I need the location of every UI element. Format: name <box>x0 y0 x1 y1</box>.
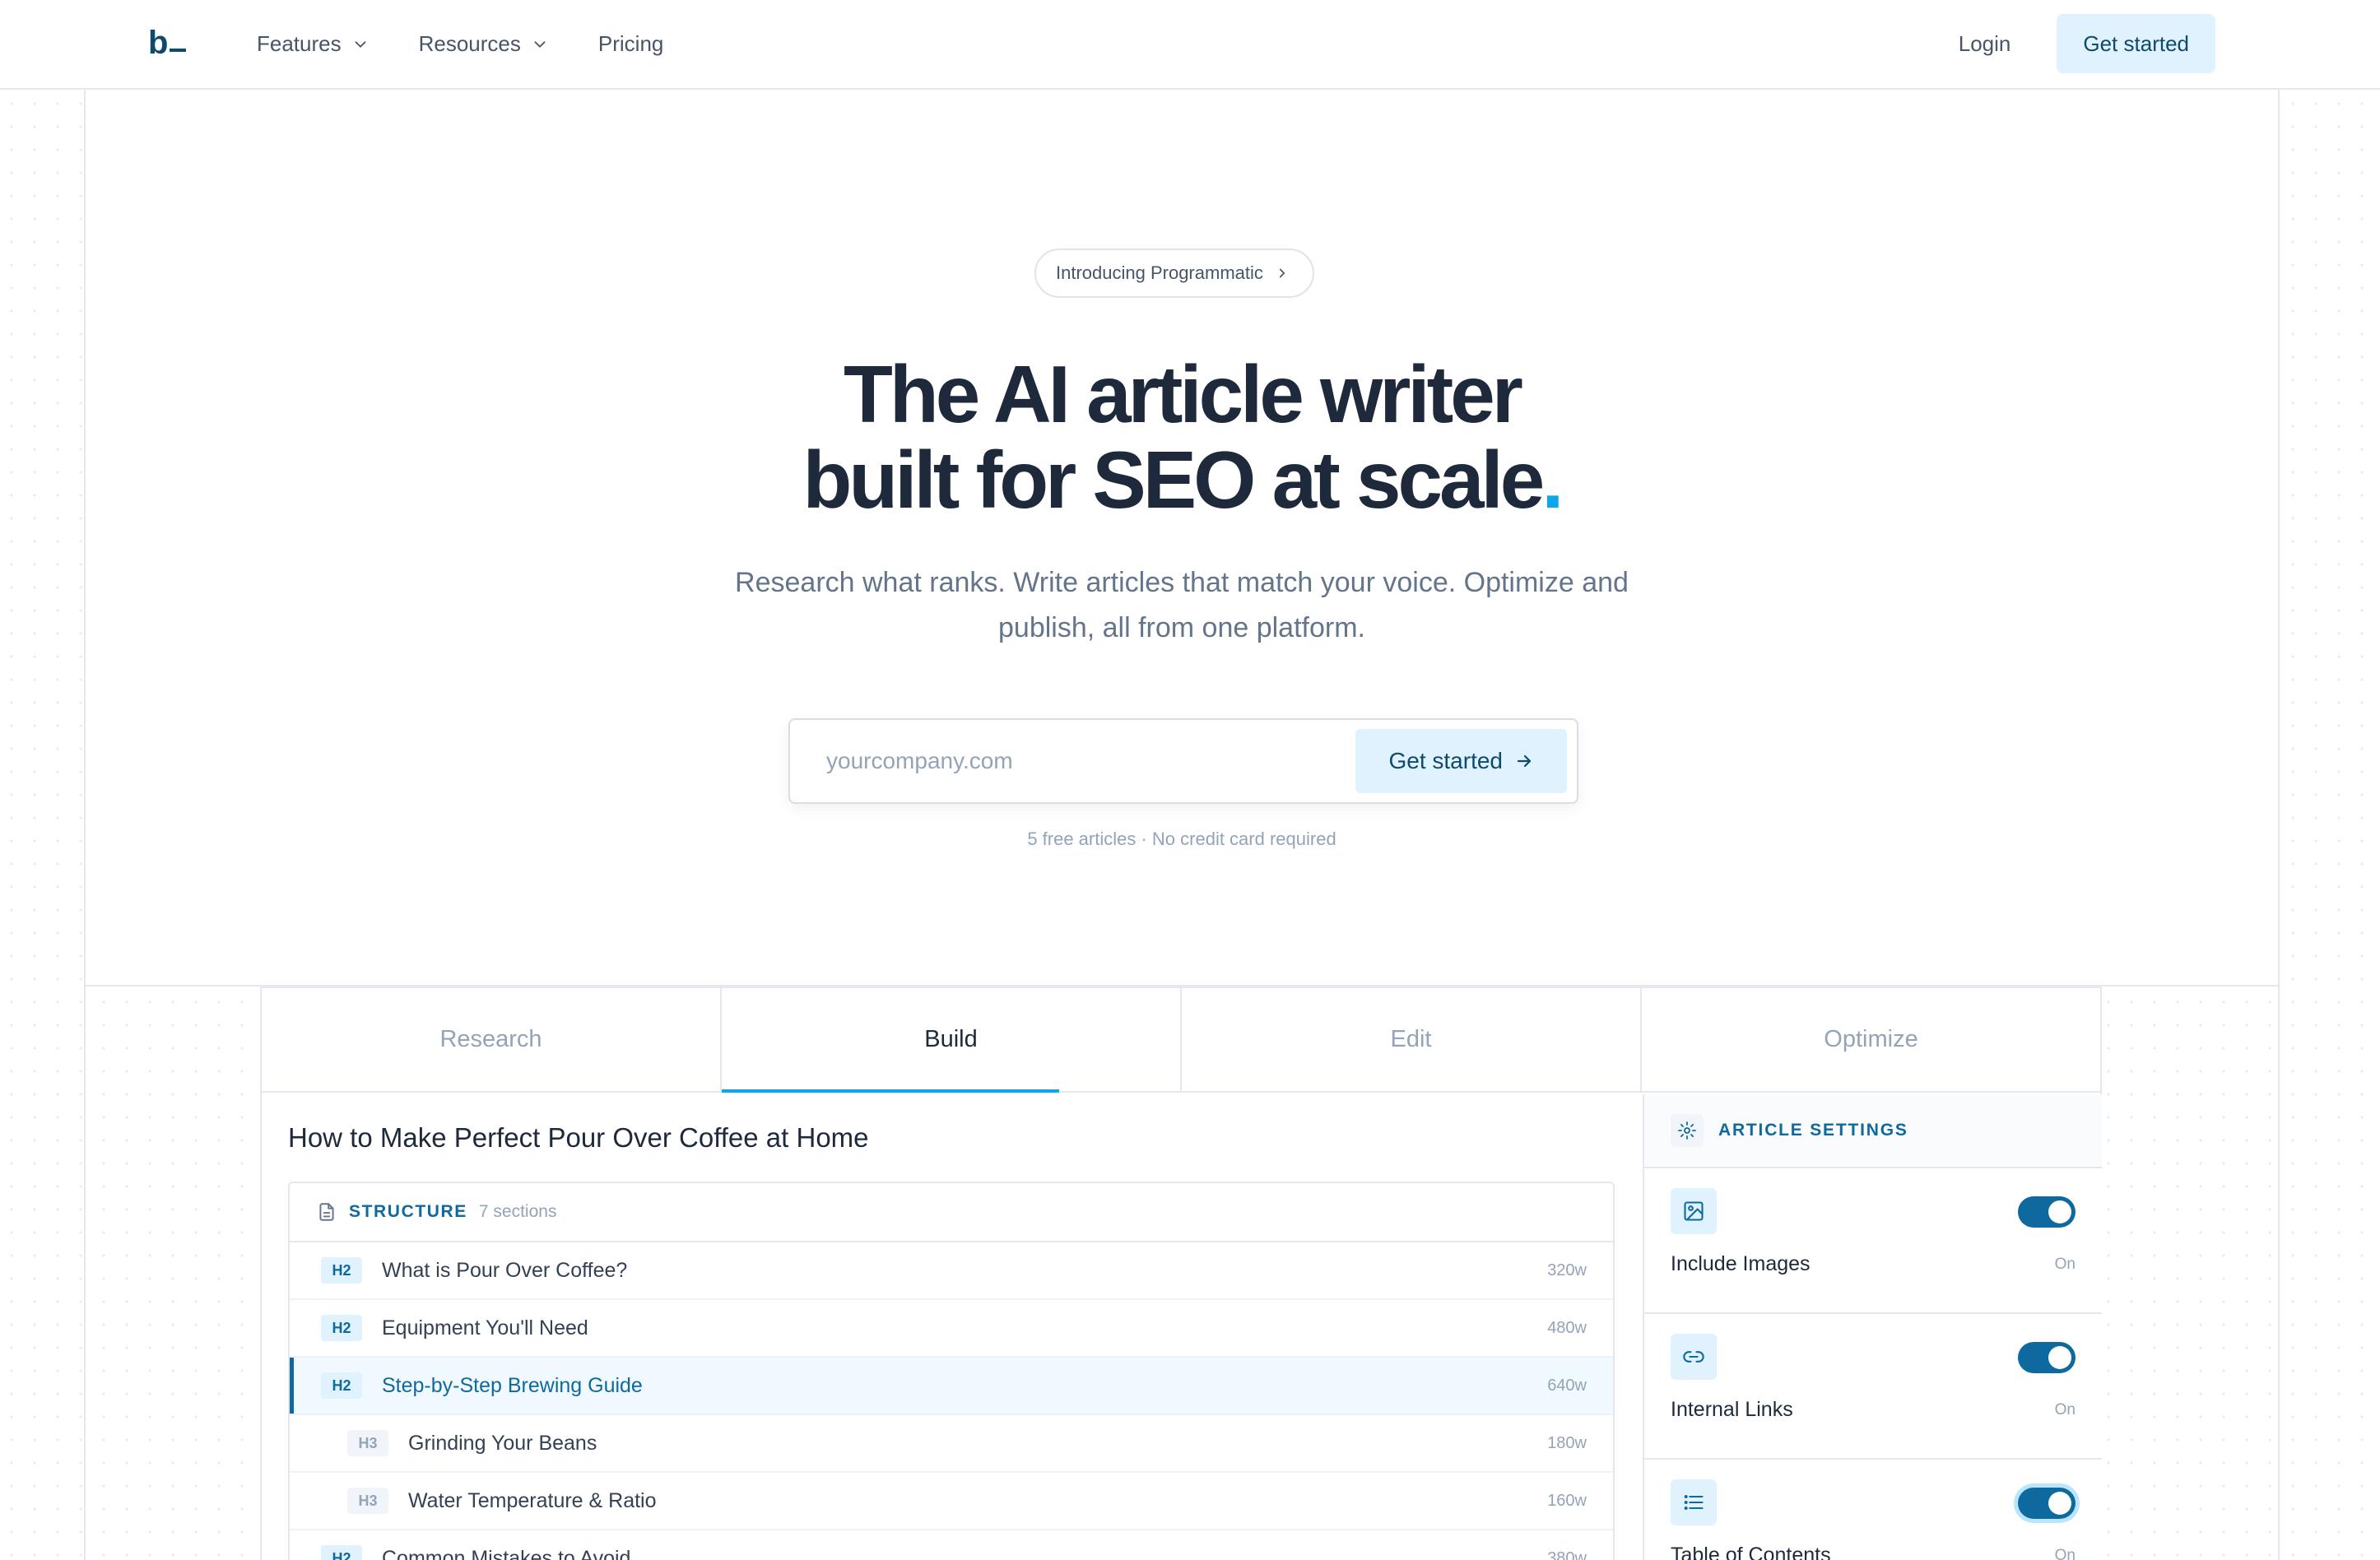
word-count: 640w <box>1547 1376 1587 1395</box>
structure-label: STRUCTURE <box>349 1202 467 1221</box>
subtitle-line-1: Research what ranks. Write articles that… <box>735 567 1629 598</box>
internal-links-toggle[interactable] <box>2018 1342 2076 1373</box>
word-count: 160w <box>1547 1491 1587 1510</box>
heading-level-badge: H2 <box>321 1315 362 1341</box>
chevron-down-icon <box>534 40 546 48</box>
get-started-hero-button[interactable]: Get started <box>1355 729 1567 793</box>
settings-header: ARTICLE SETTINGS <box>1644 1094 2102 1168</box>
article-title: How to Make Perfect Pour Over Coffee at … <box>288 1122 869 1153</box>
table-of-contents-toggle[interactable] <box>2018 1488 2076 1519</box>
headline-line-2: built for SEO at scale <box>802 434 1546 525</box>
setting-name: Table of Contents <box>1671 1544 1831 1560</box>
nav-links: Features Resources Pricing <box>257 0 663 88</box>
website-url-input[interactable] <box>826 748 1356 774</box>
setting-include-images: Include Images On <box>1644 1168 2102 1314</box>
setting-icon-box <box>1671 1479 1717 1525</box>
setting-icon-box <box>1671 1188 1717 1234</box>
subtitle-line-2: publish, all from one platform. <box>998 612 1365 643</box>
signup-form: Get started <box>788 718 1578 804</box>
heading-level-badge: H2 <box>321 1545 362 1560</box>
setting-internal-links: Internal Links On <box>1644 1314 2102 1460</box>
structure-header: STRUCTURE 7 sections <box>290 1183 1613 1242</box>
heading-level-badge: H3 <box>347 1488 388 1514</box>
article-builder: How to Make Perfect Pour Over Coffee at … <box>262 1094 1643 1560</box>
settings-label: ARTICLE SETTINGS <box>1718 1121 1908 1140</box>
arrow-right-icon <box>1517 754 1532 768</box>
setting-name: Include Images <box>1671 1252 1811 1275</box>
nav-item-label: Resources <box>418 31 521 56</box>
link-icon <box>1683 1351 1704 1363</box>
outline-row-title: What is Pour Over Coffee? <box>382 1258 628 1282</box>
setting-state: On <box>2054 1401 2076 1418</box>
login-link[interactable]: Login <box>1959 31 2011 57</box>
setting-icon-box <box>1671 1334 1717 1380</box>
outline-row-selected[interactable]: H2 Step-by-Step Brewing Guide 640w <box>290 1358 1613 1415</box>
gear-icon <box>1678 1121 1696 1140</box>
structure-panel: STRUCTURE 7 sections H2 What is Pour Ove… <box>288 1182 1615 1560</box>
nav-item-features[interactable]: Features <box>257 31 370 57</box>
setting-state: On <box>2054 1256 2076 1273</box>
article-settings-panel: ARTICLE SETTINGS Include Images On Inter… <box>1643 1094 2102 1560</box>
announcement-pill[interactable]: Introducing Programmatic <box>1034 248 1314 298</box>
image-icon <box>1684 1201 1704 1221</box>
outline-row[interactable]: H3 Water Temperature & Ratio 160w <box>290 1473 1613 1530</box>
announcement-label: Introducing Programmatic <box>1056 262 1263 283</box>
top-nav: b Features Resources Pricing Login Get s… <box>0 0 2380 90</box>
outline-row[interactable]: H2 What is Pour Over Coffee? 320w <box>290 1242 1613 1300</box>
outline-row[interactable]: H2 Common Mistakes to Avoid 380w <box>290 1530 1613 1560</box>
chevron-right-icon <box>1279 268 1285 278</box>
hero-headline: The AI article writer built for SEO at s… <box>86 351 2278 522</box>
chevron-down-icon <box>355 40 366 48</box>
outline-row-title: Water Temperature & Ratio <box>408 1488 657 1512</box>
headline-line-1: The AI article writer <box>844 349 1523 439</box>
nav-item-label: Features <box>257 31 342 56</box>
document-icon <box>319 1203 334 1221</box>
tab-edit[interactable]: Edit <box>1182 988 1642 1091</box>
word-count: 320w <box>1547 1261 1587 1279</box>
outline-row-title: Equipment You'll Need <box>382 1316 588 1339</box>
outline-row-title: Grinding Your Beans <box>408 1431 597 1455</box>
tab-build[interactable]: Build <box>722 988 1182 1093</box>
workflow-tabs: Research Build Edit Optimize <box>262 988 2100 1093</box>
signup-fineprint: 5 free articles · No credit card require… <box>1027 829 1336 849</box>
app-preview: Research Build Edit Optimize How to Make… <box>260 987 2102 1560</box>
settings-icon-box <box>1671 1114 1704 1147</box>
section-count: 7 sections <box>478 1202 557 1221</box>
word-count: 180w <box>1547 1433 1587 1452</box>
word-count: 380w <box>1547 1548 1587 1560</box>
word-count: 480w <box>1547 1318 1587 1337</box>
setting-table-of-contents: Table of Contents On <box>1644 1460 2102 1560</box>
nav-item-label: Pricing <box>597 31 664 56</box>
nav-item-pricing[interactable]: Pricing <box>598 31 663 57</box>
outline-row[interactable]: H3 Grinding Your Beans 180w <box>290 1415 1613 1473</box>
setting-state: On <box>2054 1547 2076 1560</box>
include-images-toggle[interactable] <box>2018 1196 2076 1228</box>
get-started-nav-button[interactable]: Get started <box>2057 14 2215 73</box>
outline-row[interactable]: H2 Equipment You'll Need 480w <box>290 1300 1613 1358</box>
nav-item-resources[interactable]: Resources <box>419 31 549 57</box>
hero-section: Introducing Programmatic The AI article … <box>84 90 2280 987</box>
outline-row-title: Step-by-Step Brewing Guide <box>382 1373 643 1397</box>
list-icon <box>1684 1495 1704 1510</box>
cta-label: Get started <box>1388 748 1503 773</box>
heading-level-badge: H2 <box>321 1257 362 1284</box>
tab-optimize[interactable]: Optimize <box>1642 988 2100 1091</box>
outline-row-title: Common Mistakes to Avoid <box>382 1546 631 1560</box>
heading-level-badge: H2 <box>321 1372 362 1399</box>
nav-actions: Login Get started <box>1959 14 2215 73</box>
heading-level-badge: H3 <box>347 1430 388 1456</box>
setting-name: Internal Links <box>1671 1398 1793 1421</box>
hero-subtitle: Research what ranks. Write articles that… <box>86 560 2278 651</box>
logo[interactable]: b <box>148 25 187 62</box>
headline-dot: . <box>1541 434 1564 525</box>
tab-research[interactable]: Research <box>262 988 722 1091</box>
